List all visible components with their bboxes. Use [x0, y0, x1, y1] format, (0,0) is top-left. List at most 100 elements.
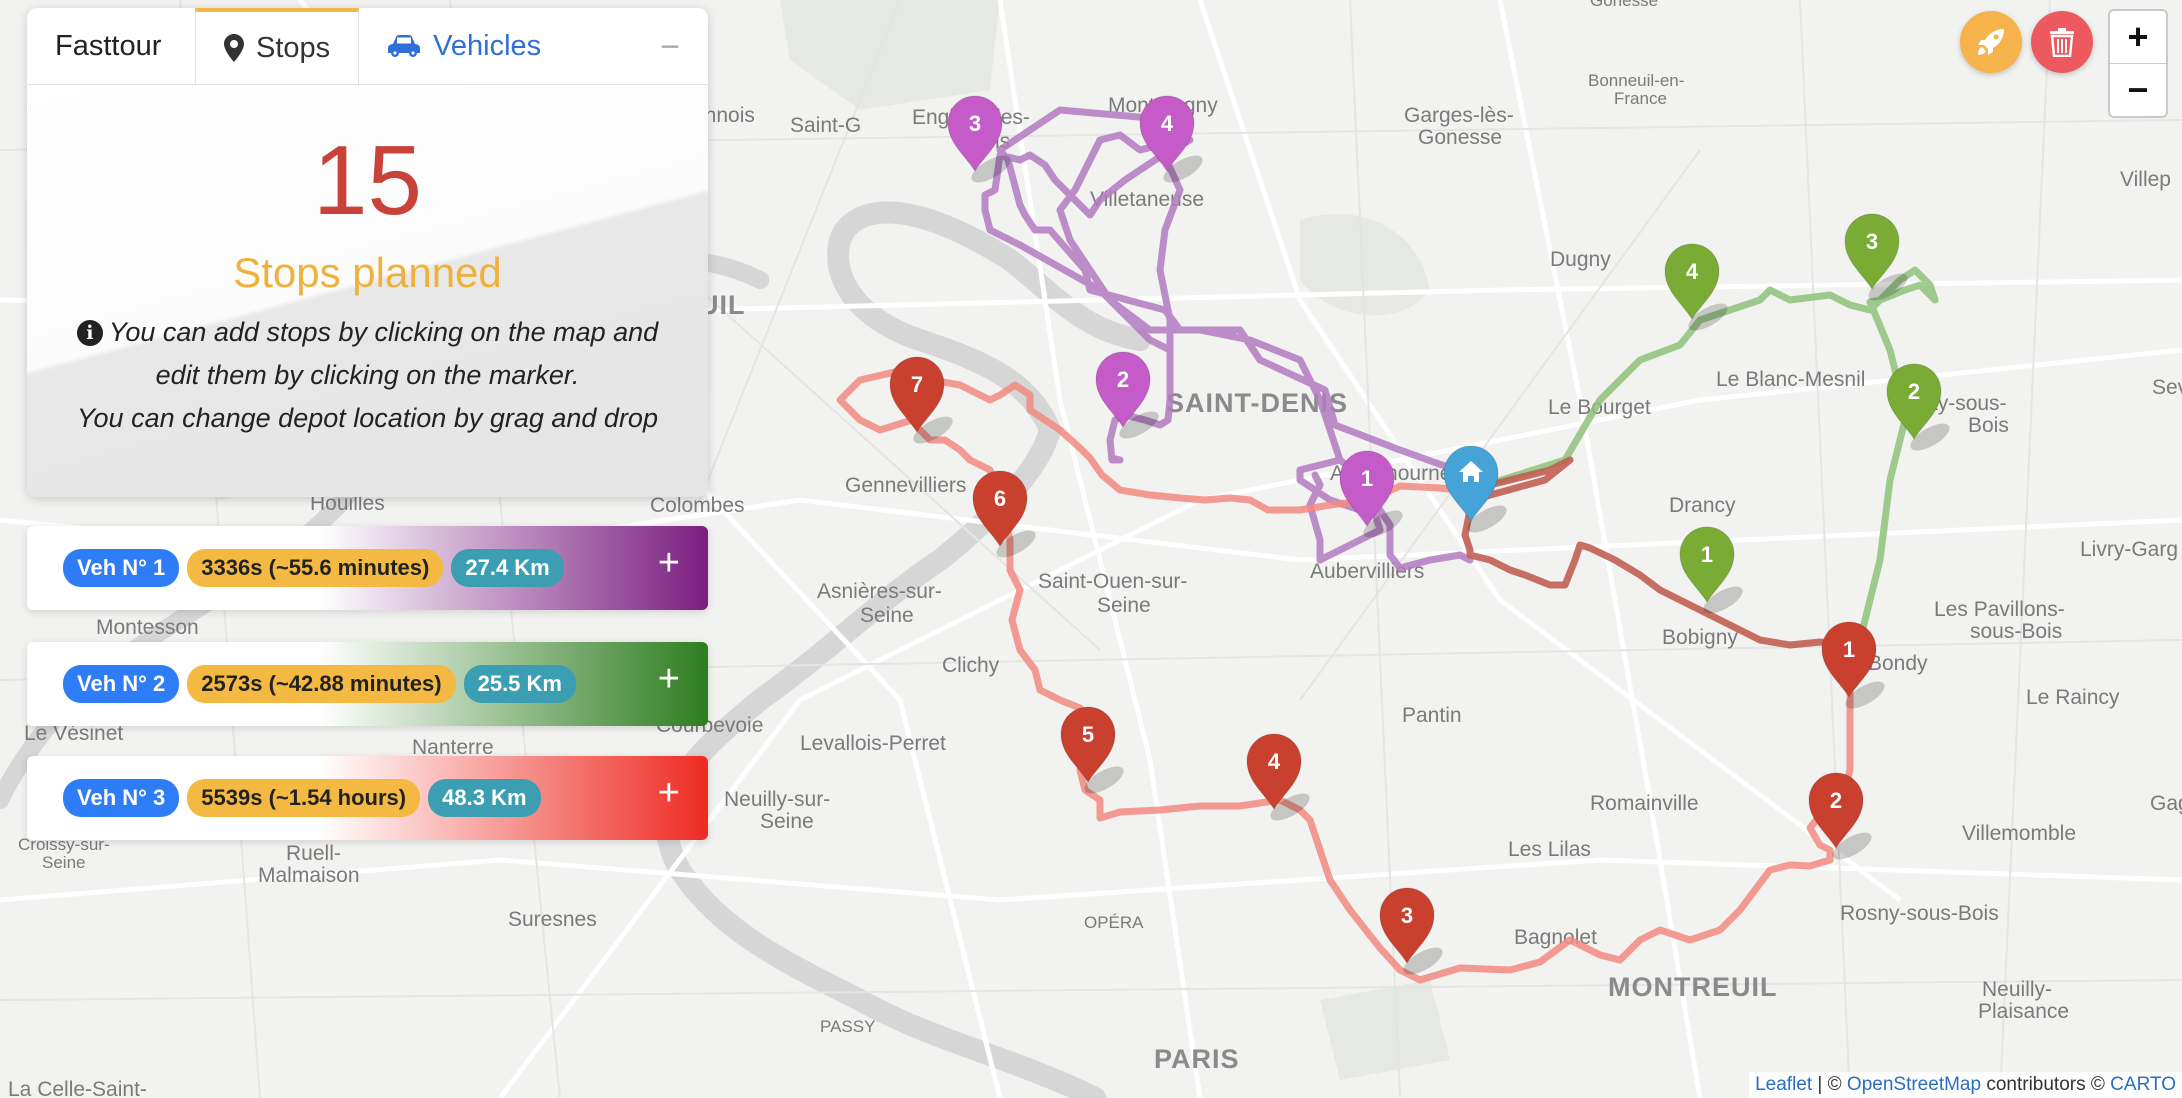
svg-text:Bondy: Bondy — [1868, 652, 1928, 675]
marker-label: 3 — [969, 111, 981, 136]
svg-text:sous-Bois: sous-Bois — [1970, 620, 2062, 643]
zoom-in-button[interactable]: + — [2110, 11, 2166, 63]
tab-stops-label: Stops — [256, 31, 331, 64]
vehicle-row-3[interactable]: Veh N° 3 5539s (~1.54 hours) 48.3 Km + — [27, 756, 708, 840]
svg-text:Les Pavillons-: Les Pavillons- — [1934, 598, 2065, 621]
svg-text:Levallois-Perret: Levallois-Perret — [800, 732, 946, 755]
svg-text:Neuilly-sur-: Neuilly-sur- — [724, 788, 830, 811]
car-icon — [388, 35, 421, 57]
tab-bar: Fasttour Stops Vehicles − — [27, 8, 708, 85]
svg-text:Dugny: Dugny — [1550, 248, 1611, 271]
svg-text:innois: innois — [700, 104, 755, 127]
marker-label: 3 — [1866, 229, 1878, 254]
stops-caption: Stops planned — [233, 249, 502, 296]
osm-link[interactable]: OpenStreetMap — [1847, 1074, 1981, 1095]
map-attribution: Leaflet | © OpenStreetMap contributors ©… — [1749, 1072, 2182, 1098]
svg-text:Asnières-sur-: Asnières-sur- — [817, 580, 942, 603]
svg-text:Villemomble: Villemomble — [1962, 822, 2076, 845]
marker-label: 1 — [1361, 466, 1373, 491]
collapse-button[interactable]: − — [660, 30, 680, 64]
vehicle-row-1[interactable]: Veh N° 1 3336s (~55.6 minutes) 27.4 Km + — [27, 526, 708, 610]
expand-vehicle-button[interactable]: + — [658, 774, 680, 812]
svg-text:Drancy: Drancy — [1669, 494, 1736, 517]
svg-text:Seine: Seine — [42, 853, 85, 872]
svg-text:Ruell-: Ruell- — [286, 842, 341, 865]
svg-text:Les Lilas: Les Lilas — [1508, 838, 1591, 861]
trash-icon — [2050, 28, 2074, 57]
svg-text:Le Raincy: Le Raincy — [2026, 686, 2120, 709]
svg-text:France: France — [1614, 89, 1667, 108]
summary-card: 15 Stops planned i You can add stops by c… — [27, 85, 708, 497]
marker-label: 6 — [994, 486, 1006, 511]
svg-text:Romainville: Romainville — [1590, 792, 1699, 815]
vehicle-name-badge: Veh N° 3 — [63, 779, 180, 817]
vehicle-distance-badge: 27.4 Km — [451, 549, 564, 587]
vehicle-distance-badge: 25.5 Km — [463, 665, 576, 703]
svg-text:Colombes: Colombes — [650, 494, 745, 517]
tab-vehicles[interactable]: Vehicles — [359, 8, 569, 84]
vehicle-row-2[interactable]: Veh N° 2 2573s (~42.88 minutes) 25.5 Km … — [27, 642, 708, 726]
svg-text:Neuilly-: Neuilly- — [1982, 978, 2052, 1001]
rocket-icon — [1978, 29, 2004, 55]
svg-text:Montesson: Montesson — [96, 616, 199, 639]
svg-text:Gonesse: Gonesse — [1590, 0, 1658, 10]
svg-text:Sevran: Sevran — [2152, 376, 2182, 399]
svg-text:Villep: Villep — [2120, 168, 2171, 191]
carto-link[interactable]: CARTO — [2110, 1074, 2176, 1095]
help-text: i You can add stops by clicking on the ma… — [27, 311, 708, 440]
svg-text:OPÉRA: OPÉRA — [1084, 913, 1144, 932]
tab-vehicles-label: Vehicles — [433, 29, 542, 62]
marker-label: 2 — [1117, 367, 1129, 392]
svg-text:Malmaison: Malmaison — [258, 864, 360, 887]
expand-vehicle-button[interactable]: + — [658, 660, 680, 698]
tab-stops[interactable]: Stops — [195, 8, 360, 84]
svg-text:Clichy: Clichy — [942, 654, 1000, 677]
svg-text:Garges-lès-: Garges-lès- — [1404, 104, 1514, 127]
svg-text:Rosny-sous-Bois: Rosny-sous-Bois — [1840, 902, 1999, 925]
leaflet-link[interactable]: Leaflet — [1755, 1074, 1812, 1095]
svg-text:Seine: Seine — [860, 604, 914, 627]
marker-label: 2 — [1830, 788, 1842, 813]
app-title: Fasttour — [55, 29, 162, 62]
attribution-mid: contributors © — [1981, 1074, 2111, 1095]
svg-text:Le Blanc-Mesnil: Le Blanc-Mesnil — [1716, 368, 1865, 391]
control-panel: Fasttour Stops Vehicles − 15 Stops plann… — [27, 8, 708, 497]
help-line-3: You can change depot location by grag an… — [77, 403, 658, 433]
marker-label: 1 — [1701, 542, 1713, 567]
info-icon: i — [76, 320, 103, 346]
svg-text:Gennevilliers: Gennevilliers — [845, 474, 966, 497]
help-line-2: edit them by clicking on the marker. — [155, 360, 580, 390]
help-line-1: You can add stops by clicking on the map… — [108, 317, 659, 347]
svg-text:Seine: Seine — [760, 810, 814, 833]
marker-label: 4 — [1161, 111, 1174, 136]
svg-text:Gag: Gag — [2150, 792, 2182, 815]
expand-vehicle-button[interactable]: + — [658, 544, 680, 582]
vehicle-duration-badge: 3336s (~55.6 minutes) — [187, 549, 444, 587]
svg-text:Suresnes: Suresnes — [508, 908, 597, 931]
svg-text:Bonneuil-en-: Bonneuil-en- — [1588, 71, 1684, 90]
marker-label: 5 — [1082, 722, 1094, 747]
svg-text:PASSY: PASSY — [820, 1017, 875, 1036]
marker-label: 7 — [911, 372, 923, 397]
delete-button[interactable] — [2031, 11, 2093, 73]
svg-text:Pantin: Pantin — [1402, 704, 1462, 727]
zoom-control: + − — [2108, 9, 2168, 118]
attribution-sep: | © — [1812, 1074, 1847, 1095]
svg-text:Livry-Garg: Livry-Garg — [2080, 538, 2178, 561]
vehicle-distance-badge: 48.3 Km — [428, 779, 541, 817]
svg-text:Saint-G: Saint-G — [790, 114, 861, 137]
stops-count: 15 — [312, 125, 422, 235]
marker-label: 4 — [1268, 749, 1281, 774]
marker-label: 4 — [1686, 259, 1699, 284]
svg-text:La Celle-Saint-: La Celle-Saint- — [8, 1078, 147, 1098]
vehicle-name-badge: Veh N° 2 — [63, 665, 180, 703]
vehicle-duration-badge: 5539s (~1.54 hours) — [187, 779, 421, 817]
marker-label: 1 — [1843, 637, 1855, 662]
vehicle-name-badge: Veh N° 1 — [63, 549, 180, 587]
svg-text:Plaisance: Plaisance — [1978, 1000, 2069, 1023]
map-marker-icon — [224, 34, 244, 62]
svg-text:Bois: Bois — [1968, 414, 2009, 437]
optimize-button[interactable] — [1960, 11, 2022, 73]
zoom-out-button[interactable]: − — [2110, 63, 2166, 116]
svg-text:MONTREUIL: MONTREUIL — [1608, 972, 1777, 1002]
